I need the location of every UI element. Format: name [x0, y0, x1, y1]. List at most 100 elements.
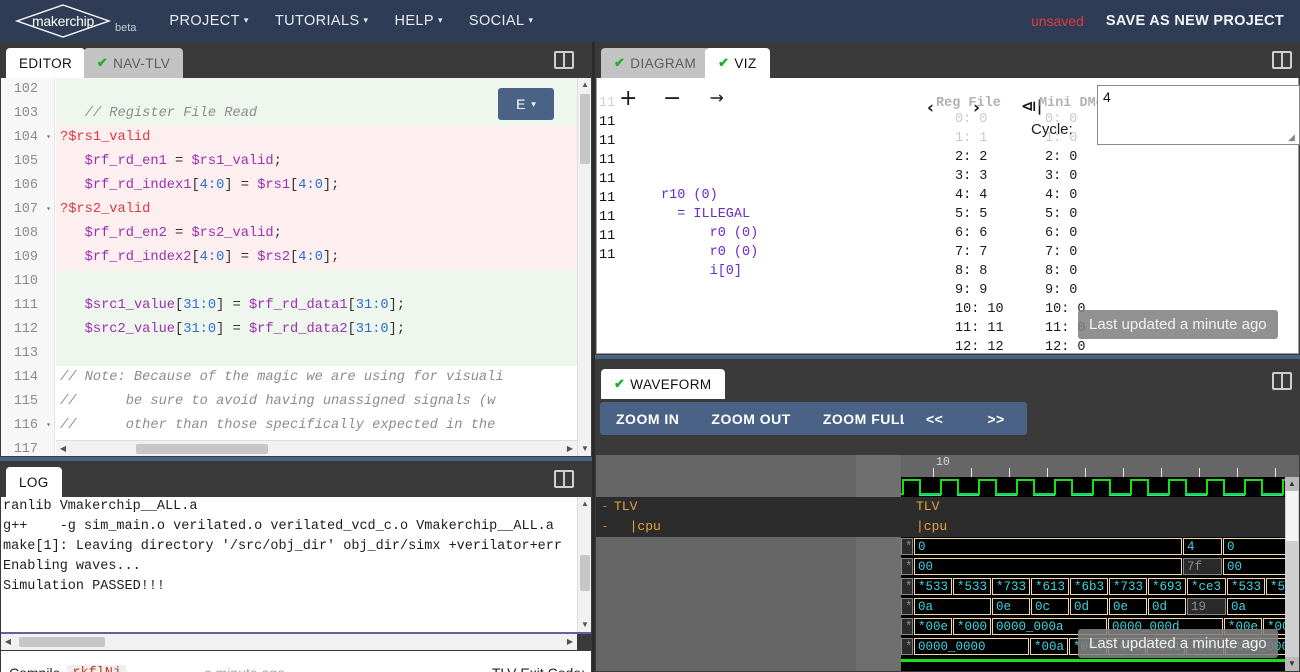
log-split-panel-icon[interactable] — [554, 470, 574, 488]
line-number: 115 — [13, 394, 38, 409]
waveform-next-button[interactable]: >> — [965, 402, 1026, 435]
scroll-thumb[interactable] — [1286, 491, 1298, 541]
fold-toggle-icon[interactable]: ▾ — [46, 198, 51, 222]
log-horizontal-scrollbar[interactable]: ◀ ▶ — [1, 634, 577, 650]
bus-value-text: *533 — [918, 580, 949, 594]
bus-value-text: 0000_000a — [996, 620, 1064, 634]
scroll-up-icon[interactable]: ▲ — [578, 78, 591, 92]
scroll-down-icon[interactable]: ▼ — [578, 442, 591, 456]
scope-header[interactable]: - TLV TLV — [596, 497, 1299, 517]
tab-viz[interactable]: ✔ VIZ — [705, 48, 770, 78]
scroll-down-icon[interactable]: ▼ — [1285, 657, 1299, 671]
bus-value-cell: * — [901, 578, 913, 595]
scroll-left-icon[interactable]: ◀ — [56, 441, 70, 456]
nav-item-social[interactable]: SOCIAL ▾ — [460, 7, 543, 35]
tab-log[interactable]: LOG — [6, 467, 62, 497]
bus-waveform: *0a0e0c0d0e0d190a0e0c — [901, 597, 1299, 617]
code-line[interactable] — [56, 270, 577, 294]
waveform-vertical-scrollbar[interactable]: ▲ ▼ — [1285, 477, 1299, 671]
expand-arrows-icon[interactable]: ↗ — [704, 86, 728, 110]
bus-value-text: *733 — [996, 580, 1027, 594]
textarea-resize-handle[interactable]: ◢ — [1288, 133, 1297, 142]
reg-file-prev-icon[interactable]: ‹ — [927, 98, 934, 118]
scroll-down-icon[interactable]: ▼ — [578, 618, 591, 632]
check-icon: ✔ — [718, 55, 730, 70]
code-line[interactable]: $rf_rd_en2 = $rs2_valid; — [56, 222, 577, 246]
code-line[interactable]: // Note: Because of the magic we are usi… — [56, 366, 577, 390]
viz-cycle-value: 11 — [599, 153, 616, 168]
waveform-split-panel-icon[interactable] — [1272, 372, 1292, 390]
code-line[interactable]: ?$rs2_valid — [56, 198, 577, 222]
hscroll-thumb[interactable] — [19, 637, 105, 647]
nav-item-tutorials[interactable]: TUTORIALS ▾ — [266, 7, 378, 35]
bus-value-text: 0 — [1227, 540, 1235, 554]
bus-value-cell: *733 — [1109, 578, 1147, 595]
code-content[interactable]: // Register File Read ?$rs1_valid $rf_rd_… — [56, 78, 577, 456]
editor-vertical-scrollbar[interactable]: ▲ ▼ — [577, 78, 591, 456]
scroll-right-icon[interactable]: ▶ — [563, 441, 577, 456]
app-logo[interactable]: makerchip beta — [14, 4, 136, 38]
code-line[interactable]: // be sure to avoid having unassigned si… — [56, 390, 577, 414]
tab-diagram[interactable]: ✔ DIAGRAM — [601, 48, 710, 78]
log-output[interactable]: ranlib Vmakerchip__ALL.a g++ -g sim_main.… — [1, 497, 591, 632]
scroll-up-icon[interactable]: ▲ — [1285, 477, 1299, 491]
bus-value-text: 0000_0000 — [918, 640, 986, 654]
cycle-input[interactable]: 4 — [1097, 85, 1300, 145]
bus-value-text: *693 — [1152, 580, 1183, 594]
scroll-thumb[interactable] — [580, 555, 590, 591]
log-vertical-scrollbar[interactable]: ▲ ▼ — [577, 497, 591, 632]
tab-waveform[interactable]: ✔ WAVEFORM — [601, 369, 725, 399]
code-editor[interactable]: 102 103 104 ▾ 105 106 107 ▾ 108 109 110 111 112 113 11… — [1, 78, 591, 456]
button-label: ZOOM OUT — [711, 410, 791, 427]
editor-split-panel-icon[interactable] — [554, 51, 574, 69]
code-line[interactable]: $src1_value[31:0] = $rf_rd_data1[31:0]; — [56, 294, 577, 318]
fold-toggle-icon[interactable]: ▾ — [46, 126, 51, 150]
code-line[interactable]: $rf_rd_en1 = $rs1_valid; — [56, 150, 577, 174]
code-line[interactable]: // other than those specifically expecte… — [56, 414, 577, 438]
code-line[interactable]: $rf_rd_index2[4:0] = $rs2[4:0]; — [56, 246, 577, 270]
viz-split-panel-icon[interactable] — [1272, 51, 1292, 69]
memory-entry: 12: 0 — [1045, 340, 1086, 354]
tab-editor[interactable]: EDITOR — [6, 48, 86, 78]
code-line[interactable] — [56, 342, 577, 366]
save-as-new-project-button[interactable]: SAVE AS NEW PROJECT — [1106, 13, 1284, 29]
waveform-zoom-in-button[interactable]: ZOOM IN — [600, 402, 695, 435]
bus-value-cell: 0c — [1031, 598, 1069, 615]
bus-value-cell: 0d — [1070, 598, 1108, 615]
hscroll-thumb[interactable] — [136, 444, 268, 454]
waveform-prev-button[interactable]: << — [904, 402, 965, 435]
bus-value-cell: *000 — [953, 618, 991, 635]
line-number: 111 — [13, 298, 38, 313]
editor-horizontal-scrollbar[interactable]: ◀ ▶ — [56, 440, 577, 456]
editor-mode-dropdown[interactable]: E ▾ — [498, 88, 554, 120]
code-line[interactable]: $rf_rd_index1[4:0] = $rs1[4:0]; — [56, 174, 577, 198]
waveform-zoom-out-button[interactable]: ZOOM OUT — [695, 402, 806, 435]
scroll-up-icon[interactable]: ▲ — [578, 497, 591, 511]
bus-value-cell: * — [901, 558, 913, 575]
memory-entry: 12: 12 — [955, 340, 1004, 354]
viz-cycle-value: 11 — [599, 248, 616, 263]
viz-cycle-value: 11 — [599, 115, 616, 130]
nav-item-project[interactable]: PROJECT ▾ — [160, 7, 257, 35]
bus-value-text: * — [905, 540, 913, 554]
collapse-toggle-icon[interactable]: - — [601, 497, 609, 517]
memory-entry: 1: 1 — [955, 131, 988, 146]
bus-value-cell: 0e — [992, 598, 1030, 615]
scroll-thumb[interactable] — [580, 94, 590, 164]
tab-nav-tlv[interactable]: ✔ NAV-TLV — [83, 48, 184, 78]
scope-header[interactable]: - |cpu |cpu — [596, 517, 1299, 537]
collapse-toggle-icon[interactable]: - — [601, 517, 609, 537]
memory-entry: 6: 6 — [955, 226, 988, 241]
code-line[interactable]: ?$rs1_valid — [56, 126, 577, 150]
bus-value-text: * — [905, 560, 913, 574]
line-number: 113 — [13, 346, 38, 361]
scope-name-track: TLV — [916, 499, 940, 514]
compile-id-badge[interactable]: rkflNj — [67, 664, 126, 672]
scroll-right-icon[interactable]: ▶ — [563, 634, 577, 650]
nav-item-help[interactable]: HELP ▾ — [385, 7, 451, 35]
fold-toggle-icon[interactable]: ▾ — [46, 414, 51, 438]
zoom-out-icon[interactable]: − — [663, 88, 681, 110]
code-line[interactable]: $src2_value[31:0] = $rf_rd_data2[31:0]; — [56, 318, 577, 342]
scroll-left-icon[interactable]: ◀ — [1, 634, 15, 650]
ruler-tick — [1009, 468, 1010, 477]
